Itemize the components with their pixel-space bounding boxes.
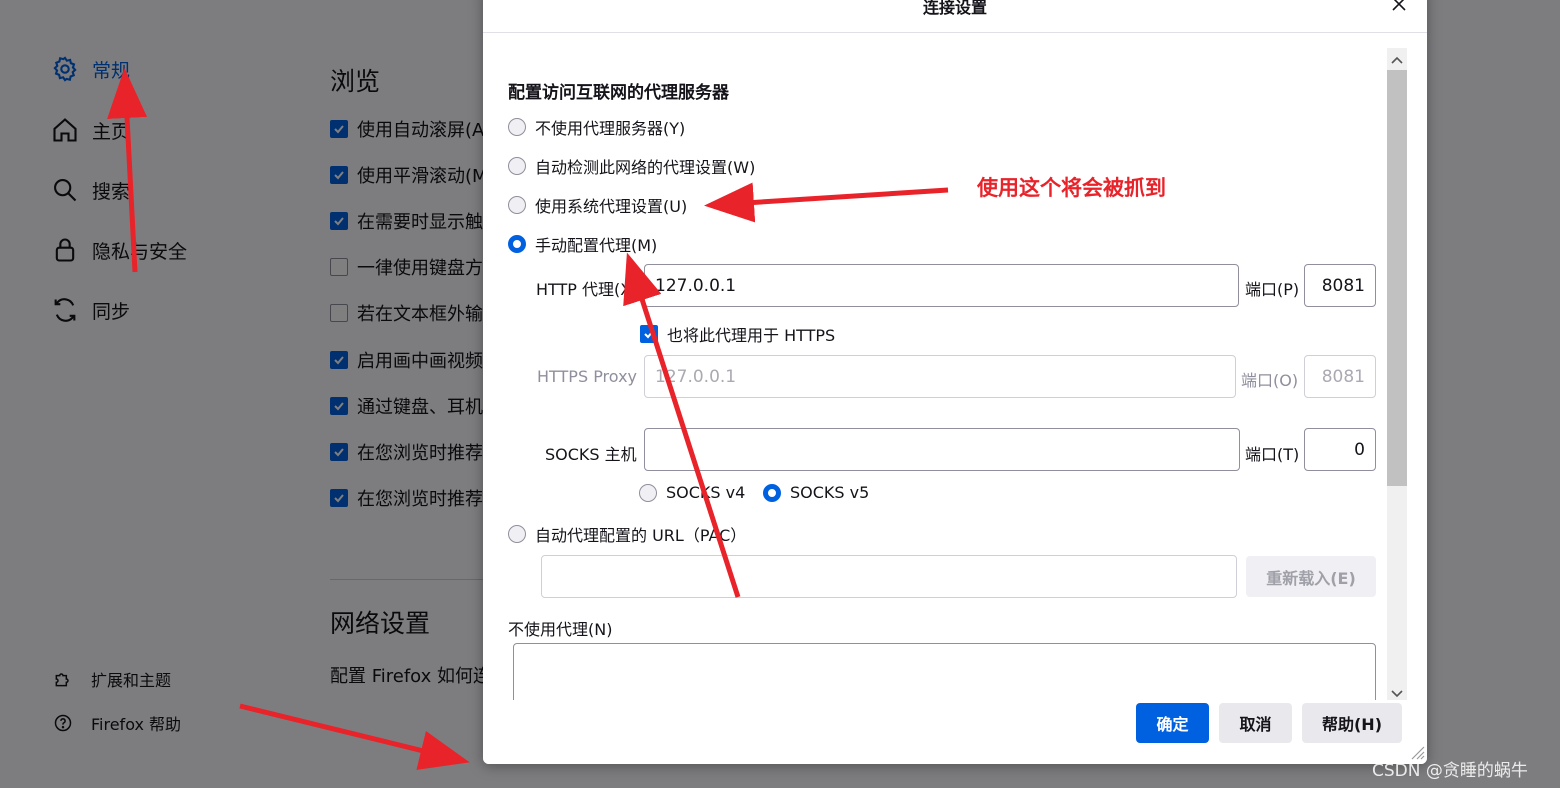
checkbox-label: 也将此代理用于 HTTPS — [667, 326, 836, 345]
watermark: CSDN @贪睡的蜗牛 — [1372, 761, 1528, 781]
https-proxy-input: 127.0.0.1 — [644, 355, 1236, 398]
close-button[interactable] — [1387, 0, 1411, 18]
radio-indicator — [508, 196, 526, 214]
http-proxy-input[interactable]: 127.0.0.1 — [644, 264, 1239, 307]
radio-indicator — [508, 525, 526, 543]
proxy-heading: 配置访问互联网的代理服务器 — [508, 83, 729, 103]
dialog-title: 连接设置 — [922, 0, 987, 17]
radio-indicator — [763, 483, 781, 502]
reload-button: 重新载入(E) — [1246, 556, 1376, 597]
radio-indicator — [639, 483, 657, 502]
checkbox-indicator — [640, 325, 658, 343]
also-https-checkbox[interactable]: 也将此代理用于 HTTPS — [640, 322, 835, 346]
scroll-down-button[interactable] — [1387, 682, 1407, 702]
ok-button[interactable]: 确定 — [1136, 703, 1209, 743]
radio-label: SOCKS v4 — [666, 483, 746, 502]
http-port-label: 端口(P) — [1245, 280, 1300, 299]
radio-socks-v4[interactable]: SOCKS v4 — [639, 483, 745, 502]
no-proxy-label: 不使用代理(N) — [508, 620, 613, 639]
radio-label: 自动检测此网络的代理设置(W) — [535, 158, 756, 177]
socks-host-input[interactable] — [644, 428, 1240, 471]
https-port-input: 8081 — [1304, 355, 1376, 398]
chevron-down-icon — [1391, 683, 1403, 702]
cancel-button[interactable]: 取消 — [1219, 703, 1292, 743]
http-proxy-label: HTTP 代理(X) — [536, 280, 638, 299]
socks-port-label: 端口(T) — [1245, 445, 1300, 464]
socks-port-input[interactable]: 0 — [1304, 428, 1376, 471]
scroll-up-button[interactable] — [1387, 48, 1407, 68]
title-divider — [483, 32, 1427, 33]
help-button[interactable]: 帮助(H) — [1302, 703, 1402, 743]
radio-label: 自动代理配置的 URL（PAC） — [535, 526, 747, 545]
scrollbar-thumb[interactable] — [1387, 70, 1407, 486]
connection-settings-dialog: 连接设置 配置访问互联网的代理服务器 不使用代理服务器(Y) 自动检测此网络的代… — [483, 0, 1427, 764]
socks-host-label: SOCKS 主机 — [545, 445, 637, 464]
close-icon — [1391, 0, 1407, 16]
radio-system-proxy[interactable]: 使用系统代理设置(U) — [508, 193, 687, 217]
radio-socks-v5[interactable]: SOCKS v5 — [763, 483, 869, 502]
annotation-text: 使用这个将会被抓到 — [977, 176, 1166, 200]
radio-label: SOCKS v5 — [790, 483, 870, 502]
https-proxy-label: HTTPS Proxy — [537, 367, 638, 386]
radio-indicator — [508, 157, 526, 175]
radio-indicator — [508, 235, 526, 253]
radio-label: 不使用代理服务器(Y) — [535, 119, 686, 138]
radio-label: 手动配置代理(M) — [535, 236, 658, 255]
radio-pac-url[interactable]: 自动代理配置的 URL（PAC） — [508, 522, 746, 546]
pac-url-input — [541, 555, 1237, 598]
radio-no-proxy[interactable]: 不使用代理服务器(Y) — [508, 115, 685, 139]
radio-manual-proxy[interactable]: 手动配置代理(M) — [508, 232, 657, 256]
http-port-input[interactable]: 8081 — [1304, 264, 1376, 307]
chevron-up-icon — [1391, 49, 1403, 68]
radio-label: 使用系统代理设置(U) — [535, 197, 688, 216]
https-port-label: 端口(O) — [1241, 371, 1299, 390]
radio-auto-detect[interactable]: 自动检测此网络的代理设置(W) — [508, 154, 755, 178]
radio-indicator — [508, 118, 526, 136]
